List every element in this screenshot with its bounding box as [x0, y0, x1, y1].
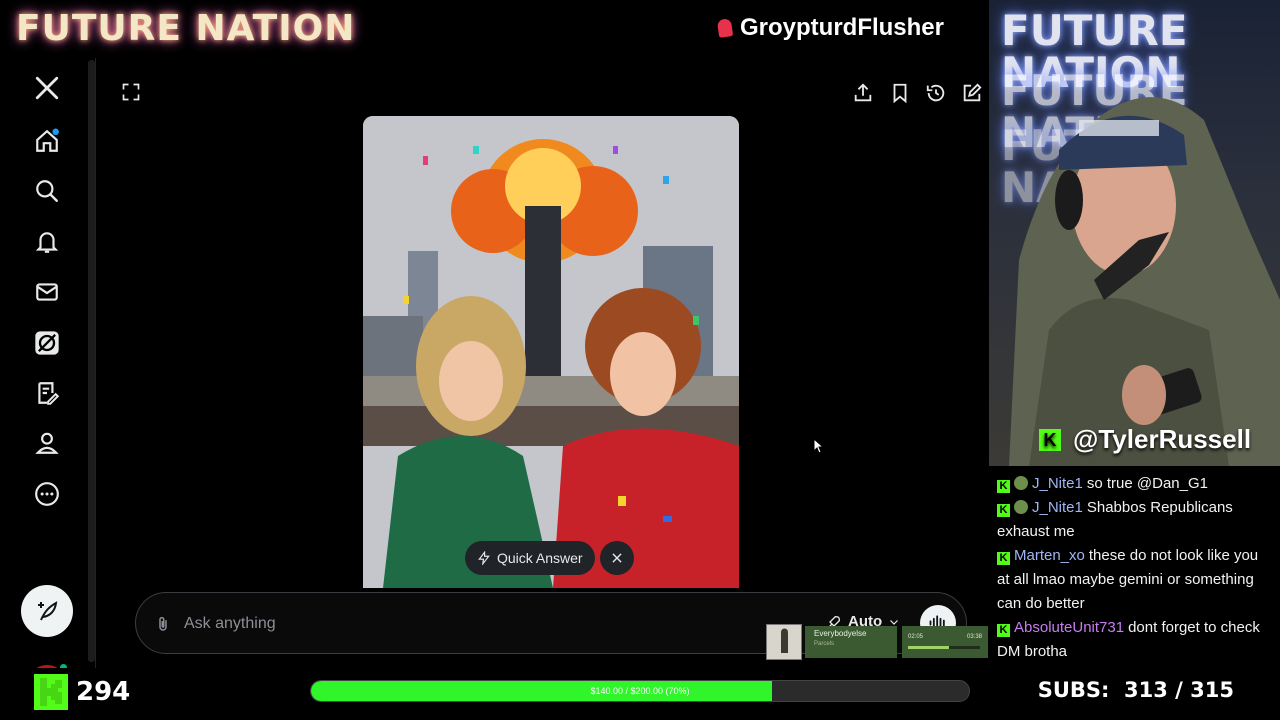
bookmark-icon[interactable] — [889, 82, 911, 104]
ask-input[interactable] — [184, 611, 744, 637]
close-quick-answer-button[interactable] — [600, 541, 634, 575]
webcam-feed: FUTURE NATION FUTURE NATION FUTURE NATIO… — [989, 0, 1280, 466]
chat-username[interactable]: Marten_xo — [1014, 547, 1085, 564]
chat-username[interactable]: AbsoluteUnit731 — [1014, 619, 1124, 636]
stream-chat: K J_Nite1 so true @Dan_G1 K J_Nite1 Shabbos … — [989, 466, 1280, 668]
history-icon[interactable] — [925, 82, 947, 104]
streamer-handle: GroypturdFlusher — [716, 14, 944, 42]
track-elapsed: 02:05 — [908, 634, 924, 640]
expand-icon[interactable] — [121, 82, 141, 102]
sidebar-scrollbar[interactable] — [88, 60, 95, 662]
now-playing-widget: Everybodyelse Parcels 02:05 03:38 — [766, 622, 990, 662]
x-logo-icon[interactable] — [31, 72, 63, 104]
heart-icon — [716, 18, 734, 38]
sub-goal: SUBS: 313 / 315 — [1037, 678, 1234, 702]
generated-image[interactable] — [363, 116, 739, 588]
chat-message: K J_Nite1 Shabbos Republicans exhaust me — [997, 496, 1272, 544]
chat-username[interactable]: J_Nite1 — [1032, 499, 1083, 516]
feather-plus-icon — [38, 601, 58, 621]
grok-icon[interactable] — [31, 327, 63, 359]
emote-icon — [1014, 500, 1028, 514]
top-banner: FUTURE NATION GroypturdFlusher — [0, 0, 988, 58]
viewer-count-number: 294 — [76, 677, 131, 707]
track-progress-fill — [908, 646, 950, 649]
kick-badge-icon: K — [997, 552, 1010, 565]
kick-badge-icon: K — [997, 480, 1010, 493]
webcam-handle-text: @TylerRussell — [1073, 424, 1252, 454]
track-info: Everybodyelse Parcels — [805, 626, 897, 658]
chat-message: K Marten_xo these do not look like you at … — [997, 544, 1272, 616]
mouse-cursor-icon — [813, 438, 825, 454]
webcam-handle: K @TylerRussell — [1039, 424, 1251, 455]
close-icon — [612, 553, 622, 563]
new-chat-icon[interactable] — [961, 82, 983, 104]
search-icon[interactable] — [31, 175, 63, 207]
x-sidebar — [0, 58, 96, 705]
compose-post-button[interactable] — [21, 585, 73, 637]
lightning-icon — [478, 551, 490, 565]
streamer-figure — [1009, 97, 1280, 466]
track-title: Everybodyelse — [814, 629, 867, 638]
notifications-icon[interactable] — [31, 226, 63, 258]
track-duration: 03:38 — [966, 634, 982, 640]
profile-icon[interactable] — [31, 427, 63, 459]
home-icon[interactable] — [31, 125, 63, 157]
more-icon[interactable] — [31, 478, 63, 510]
kick-badge-icon: K — [997, 624, 1010, 637]
quick-answer-label: Quick Answer — [497, 550, 583, 566]
donation-goal-bar: $140.00 / $200.00 (70%) — [310, 680, 970, 702]
quick-answer-button[interactable]: Quick Answer — [465, 541, 595, 575]
bottom-stats-bar: 294 $140.00 / $200.00 (70%) SUBS: 313 / … — [0, 668, 1280, 720]
chat-message: K AbsoluteUnit731 dont forget to check DM … — [997, 616, 1272, 664]
lists-icon[interactable] — [31, 377, 63, 409]
chat-text: so true @Dan_G1 — [1086, 475, 1208, 492]
share-icon[interactable] — [852, 82, 874, 104]
streamer-handle-text: GroypturdFlusher — [739, 14, 944, 41]
grok-panel: Quick Answer Auto — [97, 58, 988, 668]
donation-goal-label: $140.00 / $200.00 (70%) — [590, 686, 690, 696]
emote-icon — [1014, 476, 1028, 490]
track-progress-bar — [908, 646, 980, 649]
viewer-count: 294 — [34, 674, 130, 710]
track-progress: 02:05 03:38 — [902, 626, 988, 658]
kick-logo-icon: K — [1039, 428, 1061, 451]
attach-icon[interactable] — [154, 613, 172, 635]
album-art — [766, 624, 802, 660]
chat-username[interactable]: J_Nite1 — [1032, 475, 1083, 492]
kick-logo-icon — [34, 674, 68, 710]
messages-icon[interactable] — [31, 276, 63, 308]
chat-message: K J_Nite1 so true @Dan_G1 — [997, 472, 1272, 496]
stream-canvas: FUTURE NATION GroypturdFlusher Quick Ans… — [0, 0, 1280, 720]
brand-logo: FUTURE NATION — [16, 8, 356, 49]
track-artist: Parcels — [814, 641, 835, 647]
kick-badge-icon: K — [997, 504, 1010, 517]
